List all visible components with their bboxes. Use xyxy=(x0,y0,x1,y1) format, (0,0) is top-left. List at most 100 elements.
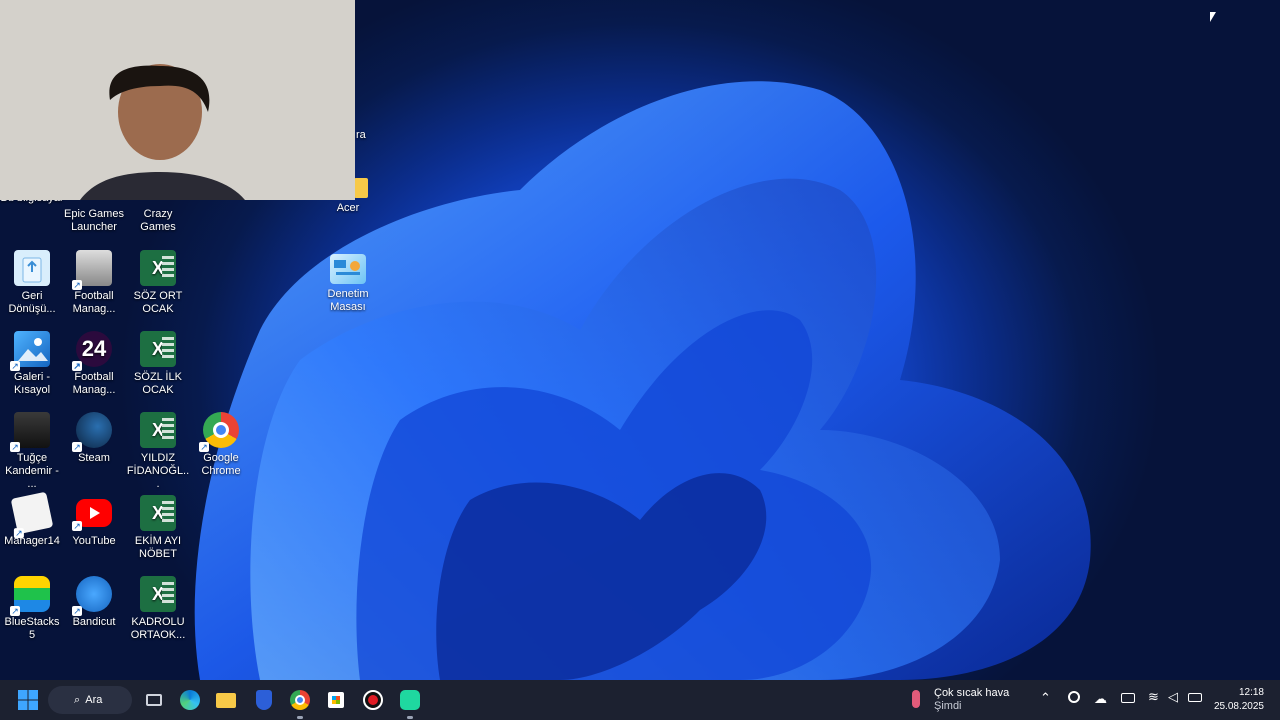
desktop-icon-football-manager[interactable]: ↗ Football Manag... xyxy=(62,250,126,316)
folder-icon xyxy=(354,178,368,198)
chrome-icon: ↗ xyxy=(199,412,239,452)
icon-label: BlueStacks 5 xyxy=(4,616,60,641)
webcam-person-image xyxy=(0,0,355,200)
clock-time: 12:18 xyxy=(1238,687,1264,698)
folder-icon xyxy=(216,693,236,708)
youtube-icon: ↗ xyxy=(72,499,112,531)
excel-icon: X xyxy=(140,495,176,531)
desktop-icon-steam[interactable]: ↗ Steam xyxy=(62,412,126,465)
icon-label: Football Manag... xyxy=(72,371,116,396)
excel-icon: X xyxy=(140,331,176,367)
shortcut-arrow-icon: ↗ xyxy=(72,606,82,616)
icon-label: Acer xyxy=(336,202,360,214)
icon-label: SÖZL İLK OCAK xyxy=(134,371,182,396)
desktop-icon-control-panel[interactable]: Denetim Masası xyxy=(316,254,380,314)
desktop-icon-bandicut[interactable]: ↗ Bandicut xyxy=(62,576,126,629)
edge-icon xyxy=(180,690,200,710)
shortcut-arrow-icon: ↗ xyxy=(13,528,24,539)
shortcut-arrow-icon: ↗ xyxy=(72,280,82,290)
desktop-icon-excel-4[interactable]: X EKİM AYI NÖBET xyxy=(126,495,190,561)
record-icon xyxy=(363,690,383,710)
shield-app-icon xyxy=(256,690,272,710)
taskbar-file-explorer[interactable] xyxy=(212,686,240,714)
icon-label: Google Chrome xyxy=(201,452,241,477)
shortcut-arrow-icon: ↗ xyxy=(72,521,82,531)
taskbar: ⌕ Ara Çok sıcak hava Şimdi ⌃ ☁ ≋ ◁ 12:18… xyxy=(0,680,1280,720)
excel-icon: X xyxy=(140,250,176,286)
desktop-icon-recycle-bin[interactable]: Geri Dönüşü... xyxy=(0,250,64,316)
icon-label: Epic Games Launcher xyxy=(64,208,124,233)
shortcut-arrow-icon: ↗ xyxy=(72,361,82,371)
icon-label: SÖZ ORT OCAK xyxy=(133,290,183,315)
icon-label: Geri Dönüşü... xyxy=(8,290,56,315)
taskbar-chrome[interactable] xyxy=(286,686,314,719)
partial-icon-label: ra xyxy=(356,129,366,141)
icon-label: Galeri - Kısayol xyxy=(13,371,51,396)
football-manager-icon: ↗ xyxy=(72,250,112,290)
desktop-icon-bluestacks[interactable]: ↗ BlueStacks 5 xyxy=(0,576,64,642)
thermometer-icon xyxy=(912,690,920,708)
task-view-icon xyxy=(146,694,162,706)
windows-logo-icon xyxy=(18,690,38,710)
clock-date: 25.08.2025 xyxy=(1213,701,1264,712)
search-icon: ⌕ xyxy=(74,694,81,706)
manager14-icon: ↗ xyxy=(10,491,54,539)
control-panel-icon xyxy=(330,254,366,284)
desktop-icon-chrome[interactable]: ↗ Google Chrome xyxy=(189,412,253,478)
green-app-icon xyxy=(400,690,420,710)
shortcut-arrow-icon: ↗ xyxy=(199,442,209,452)
video-thumbnail-icon: ↗ xyxy=(10,412,50,452)
wifi-icon[interactable]: ≋ xyxy=(1148,689,1159,705)
onedrive-offline-icon[interactable]: ☁ xyxy=(1094,691,1107,707)
shortcut-arrow-icon: ↗ xyxy=(10,361,20,371)
desktop: Bu bilgisayar Geri Dönüşü... ↗ Galeri - … xyxy=(0,0,1280,680)
active-indicator xyxy=(297,716,303,719)
desktop-icon-excel-5[interactable]: X KADROLU ORTAOK... xyxy=(126,576,190,642)
taskbar-app-green[interactable] xyxy=(396,686,424,719)
icon-label: Football Manag... xyxy=(72,290,116,315)
icon-label: Denetim Masası xyxy=(327,288,369,313)
weather-title: Çok sıcak hava xyxy=(934,687,1010,699)
desktop-icon-excel-3[interactable]: X YILDIZ FİDANOĞL... xyxy=(126,412,190,491)
taskbar-search[interactable]: ⌕ Ara xyxy=(48,686,132,714)
shortcut-arrow-icon: ↗ xyxy=(10,606,20,616)
icon-label: Tuğçe Kandemir - ... xyxy=(5,452,59,490)
keyboard-icon[interactable] xyxy=(1121,693,1135,703)
recycle-bin-icon xyxy=(14,250,50,286)
mouse-cursor-icon xyxy=(1210,12,1216,22)
bluestacks-icon: ↗ xyxy=(10,576,50,616)
excel-icon: X xyxy=(140,576,176,612)
network-status-icon[interactable] xyxy=(1068,691,1080,703)
taskbar-app-shield[interactable] xyxy=(250,686,278,714)
battery-icon[interactable] xyxy=(1188,693,1202,702)
volume-icon[interactable]: ◁ xyxy=(1168,689,1178,705)
desktop-icon-crazy-games[interactable]: Crazy Games xyxy=(126,208,190,234)
weather-widget[interactable]: Çok sıcak hava Şimdi xyxy=(908,686,1018,714)
shortcut-arrow-icon: ↗ xyxy=(72,442,82,452)
icon-label: Steam xyxy=(78,452,110,464)
start-button[interactable] xyxy=(14,686,42,714)
desktop-icon-football-manager-24[interactable]: 24 ↗ Football Manag... xyxy=(62,331,126,397)
icon-label: Manager14 xyxy=(4,535,60,547)
task-view-button[interactable] xyxy=(140,686,168,714)
icon-label: YouTube xyxy=(72,535,116,547)
desktop-icon-manager14[interactable]: ↗ Manager14 xyxy=(0,491,64,548)
desktop-icon-youtube[interactable]: ↗ YouTube xyxy=(62,495,126,548)
desktop-icon-video-file[interactable]: ↗ Tuğçe Kandemir - ... xyxy=(0,412,64,491)
search-label: Ara xyxy=(85,694,103,706)
taskbar-edge[interactable] xyxy=(176,686,204,714)
show-hidden-icons-button[interactable]: ⌃ xyxy=(1040,690,1051,706)
desktop-icon-epic-games[interactable]: Epic Games Launcher xyxy=(62,208,126,234)
chrome-icon xyxy=(290,690,310,710)
desktop-icon-excel-2[interactable]: X SÖZL İLK OCAK xyxy=(126,331,190,397)
desktop-icon-excel-1[interactable]: X SÖZ ORT OCAK xyxy=(126,250,190,316)
taskbar-store[interactable] xyxy=(322,686,350,714)
bandicut-icon: ↗ xyxy=(72,576,112,616)
store-icon xyxy=(328,692,344,708)
gallery-icon: ↗ xyxy=(10,331,50,371)
excel-icon: X xyxy=(140,412,176,448)
taskbar-recorder[interactable] xyxy=(359,686,387,714)
icon-label: YILDIZ FİDANOĞL... xyxy=(126,452,190,490)
desktop-icon-gallery[interactable]: ↗ Galeri - Kısayol xyxy=(0,331,64,397)
system-clock[interactable]: 12:18 25.08.2025 xyxy=(1214,686,1264,714)
